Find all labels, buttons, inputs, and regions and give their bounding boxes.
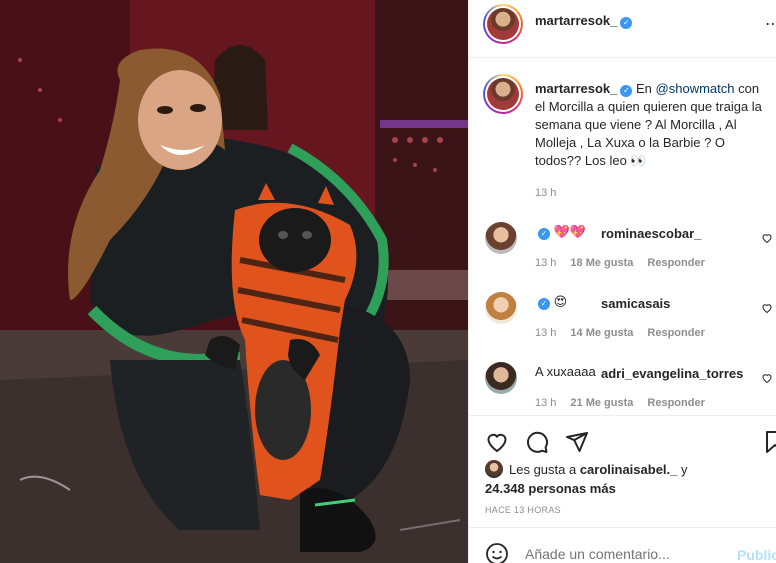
comment-likes[interactable]: 21 Me gusta (570, 397, 633, 409)
post-action-bar (469, 415, 776, 465)
comment-bubble-icon[interactable] (525, 430, 549, 454)
comment-meta: 13 h 14 Me gusta Responder (535, 327, 705, 339)
post-caption: martarresok_ ✓ En @showmatch con el Morci… (535, 80, 771, 202)
add-comment-bar: Publicar (469, 527, 776, 563)
comment-time: 13 h (535, 257, 557, 269)
liker-username[interactable]: carolinaisabel._ (580, 462, 678, 477)
like-comment-heart-icon[interactable] (761, 302, 773, 314)
commenter-avatar[interactable] (485, 362, 517, 394)
comment-item: samicasais ✓ 😍 13 h 14 Me gusta Responder (469, 292, 776, 362)
comment-text: rominaescobar_ ✓ 💖💖 (535, 224, 701, 241)
verified-badge-icon: ✓ (620, 17, 633, 29)
commenter-username[interactable]: samicasais (601, 296, 670, 311)
caption-mention-link[interactable]: @showmatch (656, 81, 735, 96)
emoji-smiley-icon[interactable] (485, 542, 509, 563)
caption-time: 13 h (535, 187, 557, 199)
verified-badge-icon: ✓ (538, 228, 550, 240)
share-paper-plane-icon[interactable] (565, 430, 589, 454)
comment-likes[interactable]: 18 Me gusta (570, 257, 633, 269)
comment-time: 13 h (535, 397, 557, 409)
comment-body: A xuxaaaa (535, 364, 596, 379)
reply-button[interactable]: Responder (647, 397, 704, 409)
commenter-avatar[interactable] (485, 292, 517, 324)
likes-summary: Les gusta a carolinaisabel._ y 24.348 pe… (485, 460, 688, 498)
likes-mid: y (677, 462, 688, 477)
like-comment-heart-icon[interactable] (761, 232, 773, 244)
comment-body: 😍 (553, 294, 568, 309)
comment-body: 💖💖 (553, 224, 586, 239)
post-photo[interactable] (0, 0, 468, 563)
comment-likes[interactable]: 14 Me gusta (570, 327, 633, 339)
verified-badge-icon: ✓ (620, 85, 633, 97)
comment-meta: 13 h 21 Me gusta Responder (535, 397, 705, 409)
post-timestamp[interactable]: HACE 13 HORAS (485, 505, 561, 515)
comment-time: 13 h (535, 327, 557, 339)
commenter-avatar[interactable] (485, 222, 517, 254)
post-header: martarresok_ ✓ ⋯ (469, 0, 776, 58)
post-image-illustration (0, 0, 468, 563)
verified-badge-icon: ✓ (538, 298, 550, 310)
add-comment-input[interactable] (525, 546, 725, 562)
commenter-username[interactable]: adri_evangelina_torres (601, 366, 743, 381)
like-comment-heart-icon[interactable] (761, 372, 773, 384)
comment-text: samicasais ✓ 😍 (535, 294, 670, 311)
likes-count[interactable]: 24.348 personas más (485, 481, 616, 496)
save-bookmark-icon[interactable] (765, 430, 776, 454)
author-username[interactable]: martarresok_ ✓ (535, 13, 633, 29)
likes-prefix: Les gusta a (509, 462, 580, 477)
author-avatar[interactable] (483, 4, 523, 44)
comment-item: rominaescobar_ ✓ 💖💖 13 h 18 Me gusta Respon… (469, 222, 776, 292)
caption-author-avatar[interactable] (483, 74, 523, 114)
liker-avatar[interactable] (485, 460, 503, 478)
commenter-username[interactable]: rominaescobar_ (601, 226, 701, 241)
reply-button[interactable]: Responder (647, 327, 704, 339)
more-options-icon[interactable]: ⋯ (765, 14, 776, 34)
reply-button[interactable]: Responder (647, 257, 704, 269)
comment-text: adri_evangelina_torres A xuxaaaa (535, 364, 743, 381)
publish-comment-button[interactable]: Publicar (737, 547, 776, 563)
comment-meta: 13 h 18 Me gusta Responder (535, 257, 705, 269)
post-details-panel: martarresok_ ✓ ⋯ martarresok_ ✓ En @showma… (468, 0, 776, 563)
caption-author-username[interactable]: martarresok_ (535, 81, 617, 96)
author-username-text[interactable]: martarresok_ (535, 13, 617, 28)
like-heart-icon[interactable] (485, 430, 509, 454)
caption-prefix: En (636, 81, 656, 96)
